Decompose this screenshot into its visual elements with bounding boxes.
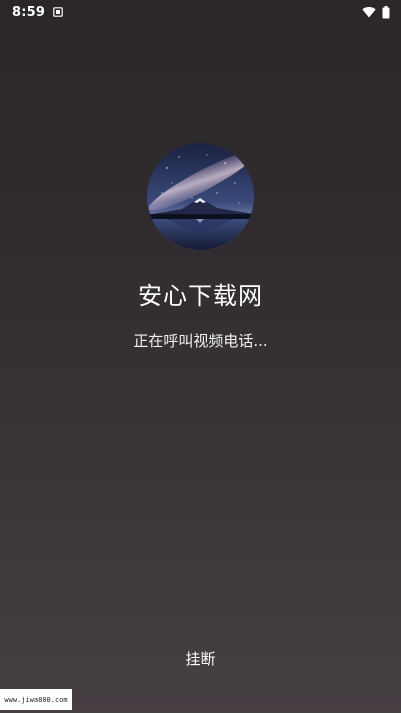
wifi-icon — [362, 6, 376, 18]
status-left: 8:59 — [12, 5, 63, 20]
mountain-night-sky-image — [147, 143, 254, 250]
watermark: www.jiwa800.com — [0, 689, 72, 710]
sim-card-icon — [53, 7, 63, 17]
call-status-text: 正在呼叫视频电话... — [133, 332, 268, 350]
status-bar: 8:59 — [0, 0, 401, 24]
status-time: 8:59 — [12, 4, 46, 20]
hangup-button[interactable]: 挂断 — [170, 645, 231, 671]
caller-name: 安心下载网 — [138, 282, 263, 310]
battery-icon — [382, 5, 390, 19]
caller-avatar — [147, 143, 254, 250]
status-right — [362, 5, 390, 19]
